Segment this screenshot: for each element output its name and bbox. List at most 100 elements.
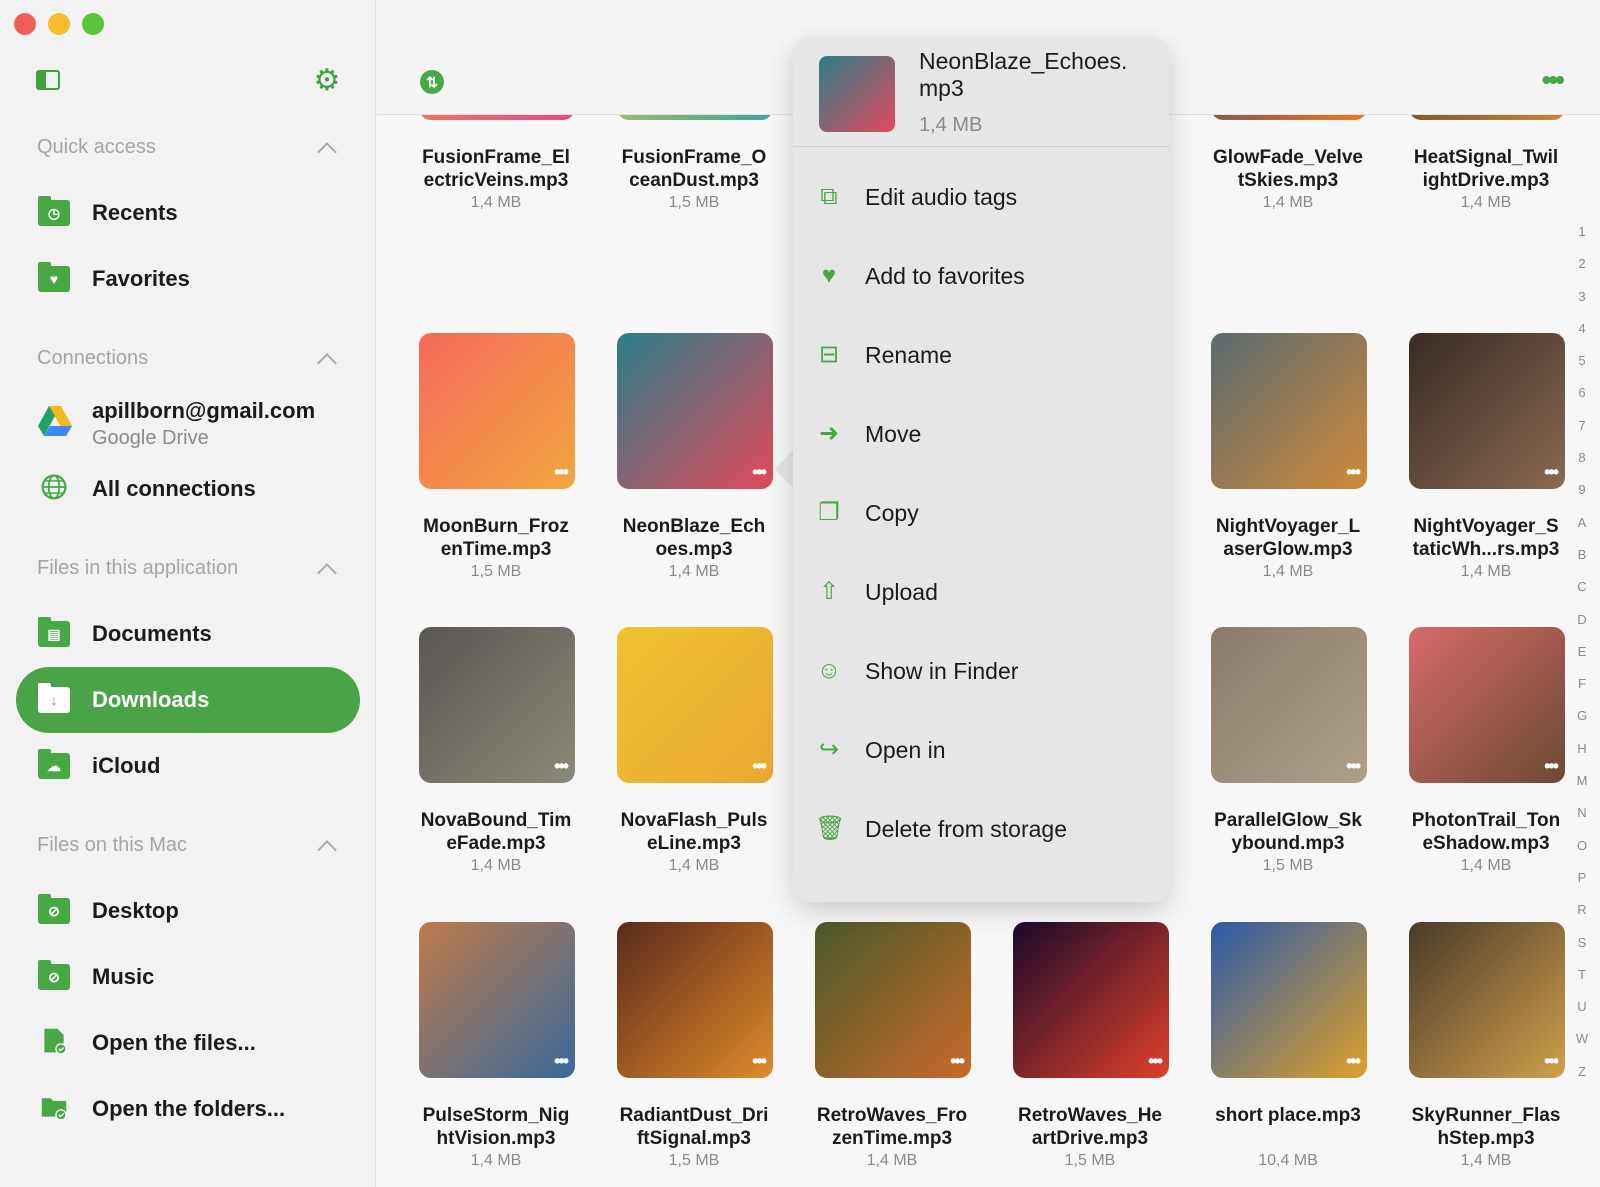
file-thumbnail[interactable]: ••• bbox=[1409, 627, 1565, 783]
menu-item-add-to-favorites[interactable]: ♥ Add to favorites bbox=[793, 245, 1169, 307]
file-more-icon[interactable]: ••• bbox=[1346, 1051, 1361, 1072]
file-more-icon[interactable]: ••• bbox=[752, 462, 767, 483]
file-more-icon[interactable]: ••• bbox=[554, 1051, 569, 1072]
file-more-icon[interactable]: ••• bbox=[1346, 462, 1361, 483]
collapse-connections-icon[interactable] bbox=[317, 353, 337, 373]
alphabet-index-letter[interactable]: 3 bbox=[1572, 289, 1592, 321]
alphabet-index-letter[interactable]: 1 bbox=[1572, 224, 1592, 256]
sidebar-item-icloud[interactable]: ☁ iCloud bbox=[16, 733, 360, 799]
settings-gear-icon[interactable]: ⚙ bbox=[313, 66, 341, 96]
sidebar-item-open-folders[interactable]: Open the folders... bbox=[16, 1076, 360, 1142]
file-thumbnail[interactable]: ••• bbox=[617, 333, 773, 489]
alphabet-index[interactable]: 123456789ABCDEFGHMNOPRSTUWZ bbox=[1572, 224, 1592, 1096]
file-more-icon[interactable]: ••• bbox=[752, 756, 767, 777]
sidebar-toggle-icon[interactable] bbox=[36, 70, 60, 90]
menu-item-delete-from-storage[interactable]: 🗑 Delete from storage bbox=[793, 798, 1169, 860]
alphabet-index-letter[interactable]: T bbox=[1572, 967, 1592, 999]
google-drive-account[interactable]: apillborn@gmail.com bbox=[92, 398, 315, 424]
menu-item-label: Open in bbox=[865, 737, 946, 763]
collapse-files-on-mac-icon[interactable] bbox=[317, 840, 337, 860]
file-name: PulseStorm_Nig htVision.mp3 bbox=[422, 1105, 570, 1149]
file-thumbnail[interactable]: ••• bbox=[419, 627, 575, 783]
alphabet-index-letter[interactable]: G bbox=[1572, 708, 1592, 740]
sidebar-item-desktop[interactable]: ⊘ Desktop bbox=[16, 878, 360, 944]
file-thumbnail[interactable]: ••• bbox=[617, 922, 773, 1078]
file-thumbnail[interactable]: ••• bbox=[1409, 922, 1565, 1078]
file-more-icon[interactable]: ••• bbox=[1544, 462, 1559, 483]
file-thumbnail[interactable]: ••• bbox=[419, 922, 575, 1078]
menu-item-open-in[interactable]: ↪ Open in bbox=[793, 719, 1169, 781]
menu-item-upload[interactable]: ⇧ Upload bbox=[793, 561, 1169, 623]
alphabet-index-letter[interactable]: A bbox=[1572, 515, 1592, 547]
file-size: 1,4 MB bbox=[1262, 563, 1314, 580]
sidebar-item-music[interactable]: ⊘ Music bbox=[16, 944, 360, 1010]
alphabet-index-letter[interactable]: E bbox=[1572, 644, 1592, 676]
alphabet-index-letter[interactable]: 2 bbox=[1572, 256, 1592, 288]
close-window-button[interactable] bbox=[14, 13, 36, 35]
file-size: 1,5 MB bbox=[1064, 1152, 1116, 1169]
alphabet-index-letter[interactable]: U bbox=[1572, 999, 1592, 1031]
alphabet-index-letter[interactable]: M bbox=[1572, 773, 1592, 805]
menu-item-rename[interactable]: ⊟ Rename bbox=[793, 324, 1169, 386]
collapse-quick-access-icon[interactable] bbox=[317, 142, 337, 162]
file-thumbnail[interactable]: ••• bbox=[1211, 627, 1367, 783]
alphabet-index-letter[interactable]: R bbox=[1572, 902, 1592, 934]
file-thumbnail[interactable]: ••• bbox=[1211, 922, 1367, 1078]
file-more-icon[interactable]: ••• bbox=[1346, 756, 1361, 777]
menu-item-label: Show in Finder bbox=[865, 658, 1019, 684]
documents-folder-icon: ▤ bbox=[38, 617, 70, 647]
menu-item-edit-audio-tags[interactable]: ⧉ Edit audio tags bbox=[793, 166, 1169, 228]
alphabet-index-letter[interactable]: O bbox=[1572, 838, 1592, 870]
sidebar-item-label: Recents bbox=[92, 200, 178, 225]
alphabet-index-letter[interactable]: Z bbox=[1572, 1064, 1592, 1096]
sidebar-item-recents[interactable]: ◷ Recents bbox=[16, 180, 360, 246]
alphabet-index-letter[interactable]: 7 bbox=[1572, 418, 1592, 450]
file-thumbnail[interactable]: ••• bbox=[617, 627, 773, 783]
file-thumbnail[interactable]: ••• bbox=[1409, 333, 1565, 489]
file-more-icon[interactable]: ••• bbox=[554, 462, 569, 483]
menu-item-copy[interactable]: ❐ Copy bbox=[793, 482, 1169, 544]
alphabet-index-letter[interactable]: 6 bbox=[1572, 385, 1592, 417]
alphabet-index-letter[interactable]: S bbox=[1572, 935, 1592, 967]
alphabet-index-letter[interactable]: N bbox=[1572, 805, 1592, 837]
file-more-icon[interactable]: ••• bbox=[1544, 1051, 1559, 1072]
sidebar-item-favorites[interactable]: ♥ Favorites bbox=[16, 246, 360, 312]
file-more-icon[interactable]: ••• bbox=[554, 756, 569, 777]
sidebar-item-documents[interactable]: ▤ Documents bbox=[16, 601, 360, 667]
file-thumbnail[interactable]: ••• bbox=[419, 333, 575, 489]
file-more-icon[interactable]: ••• bbox=[752, 1051, 767, 1072]
sidebar-item-open-files[interactable]: Open the files... bbox=[16, 1010, 360, 1076]
alphabet-index-letter[interactable]: 8 bbox=[1572, 450, 1592, 482]
alphabet-index-letter[interactable]: 4 bbox=[1572, 321, 1592, 353]
sidebar-item-label: Documents bbox=[92, 621, 212, 646]
file-more-icon[interactable]: ••• bbox=[950, 1051, 965, 1072]
alphabet-index-letter[interactable]: 5 bbox=[1572, 353, 1592, 385]
alphabet-index-letter[interactable]: F bbox=[1572, 676, 1592, 708]
more-options-icon[interactable]: ••• bbox=[1542, 66, 1565, 94]
menu-item-move[interactable]: ➜ Move bbox=[793, 403, 1169, 465]
section-quick-access: Quick access bbox=[37, 136, 156, 158]
sidebar-item-all-connections[interactable]: All connections bbox=[16, 456, 360, 522]
file-name: SkyRunner_Flas hStep.mp3 bbox=[1411, 1105, 1561, 1149]
file-thumbnail[interactable]: ••• bbox=[815, 922, 971, 1078]
alphabet-index-letter[interactable]: W bbox=[1572, 1031, 1592, 1063]
alphabet-index-letter[interactable]: C bbox=[1572, 579, 1592, 611]
context-menu-header: NeonBlaze_Echoes. mp3 1,4 MB bbox=[793, 38, 1169, 147]
sync-icon[interactable]: ⇅ bbox=[420, 70, 444, 94]
file-more-icon[interactable]: ••• bbox=[1148, 1051, 1163, 1072]
file-more-icon[interactable]: ••• bbox=[1544, 756, 1559, 777]
file-name: GlowFade_Velve tSkies.mp3 bbox=[1213, 147, 1363, 191]
alphabet-index-letter[interactable]: B bbox=[1572, 547, 1592, 579]
minimize-window-button[interactable] bbox=[48, 13, 70, 35]
zoom-window-button[interactable] bbox=[82, 13, 104, 35]
alphabet-index-letter[interactable]: D bbox=[1572, 612, 1592, 644]
sidebar-item-downloads[interactable]: ↓ Downloads bbox=[16, 667, 360, 733]
alphabet-index-letter[interactable]: H bbox=[1572, 741, 1592, 773]
file-thumbnail[interactable]: ••• bbox=[1013, 922, 1169, 1078]
collapse-files-in-app-icon[interactable] bbox=[317, 563, 337, 583]
alphabet-index-letter[interactable]: P bbox=[1572, 870, 1592, 902]
file-thumbnail[interactable]: ••• bbox=[1211, 333, 1367, 489]
file-name: ParallelGlow_Sk ybound.mp3 bbox=[1214, 810, 1362, 854]
alphabet-index-letter[interactable]: 9 bbox=[1572, 482, 1592, 514]
menu-item-show-in-finder[interactable]: ☺ Show in Finder bbox=[793, 640, 1169, 702]
